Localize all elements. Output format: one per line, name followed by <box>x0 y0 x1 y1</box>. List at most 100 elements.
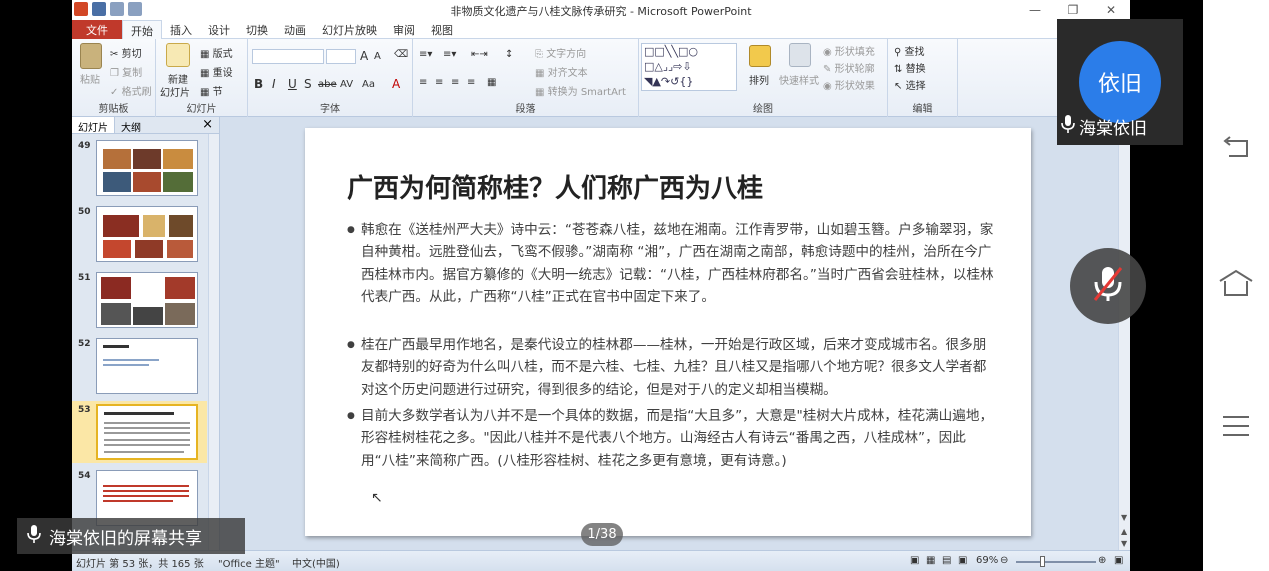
font-size-dropdown[interactable] <box>326 49 356 64</box>
align-left-icon[interactable]: ≡ <box>419 77 427 88</box>
cut-button[interactable]: ✂ 剪切 <box>110 45 142 60</box>
zoom-out-icon[interactable]: ⊖ <box>1000 555 1008 566</box>
zoom-level[interactable]: 69% <box>976 555 998 566</box>
screen-share-label: 海棠依旧的屏幕共享 <box>17 518 245 554</box>
reading-view-icon[interactable]: ▤ <box>942 555 951 566</box>
back-button[interactable] <box>1217 131 1255 169</box>
shapes-gallery[interactable]: □□╲╲□○ □△⌟⌟⇨⇩ ◥▲↷↺{} <box>641 43 737 91</box>
minimize-icon[interactable]: — <box>1016 0 1054 20</box>
text-direction-button[interactable]: ⎘ 文字方向 <box>535 45 586 60</box>
tab-slides[interactable]: 幻灯片 <box>72 117 115 134</box>
font-color-button[interactable]: A <box>392 77 400 91</box>
strikethrough-button[interactable]: abe <box>318 79 337 90</box>
slide-thumbnail-53[interactable]: 53 <box>72 401 207 463</box>
grow-font-button[interactable]: A <box>360 49 368 63</box>
bold-button[interactable]: B <box>254 77 263 91</box>
section-button[interactable]: ▦ 节 <box>200 83 223 98</box>
home-button[interactable] <box>1217 266 1255 304</box>
reset-icon: ▦ <box>200 68 210 79</box>
bullets-icon[interactable]: ≡▾ <box>419 49 432 60</box>
thumbnail-preview <box>96 206 198 262</box>
indent-icon[interactable]: ⇤⇥ <box>471 49 488 60</box>
tab-outline[interactable]: 大纲 <box>115 117 147 134</box>
tab-insert[interactable]: 插入 <box>162 20 200 39</box>
fit-window-icon[interactable]: ▣ <box>1114 555 1123 566</box>
thumbnail-photo <box>143 215 165 237</box>
scroll-down-icon[interactable]: ▼ <box>1121 513 1127 522</box>
shrink-font-button[interactable]: A <box>374 51 381 62</box>
italic-button[interactable]: I <box>272 77 276 91</box>
slide-title[interactable]: 广西为何简称桂？人们称广西为八桂 <box>347 168 763 205</box>
tab-review[interactable]: 审阅 <box>385 20 423 39</box>
slide-bullet-3[interactable]: 目前大多数学者认为八并不是一个具体的数据，而是指“大且多”，大意是"桂树大片成林… <box>347 405 997 472</box>
change-case-button[interactable]: Aa <box>362 79 375 90</box>
copy-button[interactable]: ❐ 复制 <box>110 64 142 79</box>
new-slide-icon[interactable] <box>166 43 190 67</box>
find-icon: ⚲ <box>894 47 902 58</box>
tab-slideshow[interactable]: 幻灯片放映 <box>314 20 385 39</box>
slide-thumbnail-49[interactable]: 49 <box>72 137 207 199</box>
numbering-icon[interactable]: ≡▾ <box>443 49 456 60</box>
character-spacing-button[interactable]: AV <box>340 79 353 90</box>
menu-button[interactable] <box>1217 409 1255 447</box>
thumbnails-scrollbar[interactable] <box>208 134 219 550</box>
justify-icon[interactable]: ≡ <box>467 77 475 88</box>
mute-microphone-button[interactable] <box>1070 248 1146 324</box>
slides-group-label: 幻灯片 <box>186 104 217 115</box>
quick-styles-button[interactable]: 快速样式 <box>779 72 819 87</box>
thumbnail-photo <box>163 172 193 192</box>
slideshow-view-icon[interactable]: ▣ <box>958 555 967 566</box>
normal-view-icon[interactable]: ▣ <box>910 555 919 566</box>
quick-styles-icon[interactable] <box>789 43 811 67</box>
tab-transitions[interactable]: 切换 <box>238 20 276 39</box>
arrange-button[interactable]: 排列 <box>749 72 769 87</box>
close-pane-icon[interactable]: × <box>202 117 213 132</box>
restore-icon[interactable]: ❐ <box>1054 0 1092 20</box>
language-status[interactable]: 中文(中国) <box>292 555 340 570</box>
slide-scrollbar[interactable]: ▼ ▲ ▼ <box>1118 117 1130 550</box>
arrange-icon[interactable] <box>749 45 771 67</box>
smartart-button[interactable]: ▦ 转换为 SmartArt <box>535 83 626 98</box>
close-icon[interactable]: ✕ <box>1092 0 1130 20</box>
shape-effects-button[interactable]: ◉ 形状效果 <box>823 77 875 92</box>
select-button[interactable]: ↖ 选择 <box>894 77 926 92</box>
shape-outline-button[interactable]: ✎ 形状轮廓 <box>823 60 875 75</box>
find-button[interactable]: ⚲ 查找 <box>894 43 925 58</box>
new-slide-label-2[interactable]: 幻灯片 <box>160 84 190 99</box>
underline-button[interactable]: U <box>288 77 297 91</box>
next-slide-icon[interactable]: ▼ <box>1121 539 1127 548</box>
clear-format-icon[interactable]: ⌫ <box>394 49 408 60</box>
paste-icon[interactable] <box>80 43 102 69</box>
tab-view[interactable]: 视图 <box>423 20 461 39</box>
tab-home[interactable]: 开始 <box>122 20 162 39</box>
align-right-icon[interactable]: ≡ <box>451 77 459 88</box>
slide-thumbnail-50[interactable]: 50 <box>72 203 207 265</box>
slide-number: 49 <box>78 141 91 151</box>
slide-bullet-1[interactable]: 韩愈在《送桂州严大夫》诗中云：“苍苍森八桂，兹地在湘南。江作青罗带，山如碧玉簪。… <box>347 219 997 309</box>
shadow-button[interactable]: S <box>304 77 312 91</box>
tab-file[interactable]: 文件 <box>72 20 122 39</box>
sorter-view-icon[interactable]: ▦ <box>926 555 935 566</box>
font-name-dropdown[interactable] <box>252 49 324 64</box>
shape-fill-button[interactable]: ◉ 形状填充 <box>823 43 875 58</box>
reset-button[interactable]: ▦ 重设 <box>200 64 233 79</box>
previous-slide-icon[interactable]: ▲ <box>1121 527 1127 536</box>
current-slide[interactable]: 广西为何简称桂？人们称广西为八桂 韩愈在《送桂州严大夫》诗中云：“苍苍森八桂，兹… <box>305 128 1031 536</box>
slide-thumbnail-51[interactable]: 51 <box>72 269 207 331</box>
tab-animations[interactable]: 动画 <box>276 20 314 39</box>
zoom-slider-thumb[interactable] <box>1040 556 1045 567</box>
tab-design[interactable]: 设计 <box>200 20 238 39</box>
slide-thumbnail-52[interactable]: 52 <box>72 335 207 397</box>
participant-video-tile[interactable]: 依旧 海棠依旧 <box>1057 19 1183 145</box>
layout-button[interactable]: ▦ 版式 <box>200 45 233 60</box>
align-text-button[interactable]: ▦ 对齐文本 <box>535 64 588 79</box>
align-center-icon[interactable]: ≡ <box>435 77 443 88</box>
replace-button[interactable]: ⇅ 替换 <box>894 60 926 75</box>
line-spacing-icon[interactable]: ↕ <box>505 49 513 60</box>
slide-bullet-2[interactable]: 桂在广西最早用作地名，是秦代设立的桂林郡——桂林，一开始是行政区域，后来才变成城… <box>347 334 997 401</box>
zoom-slider[interactable] <box>1016 556 1096 567</box>
zoom-in-icon[interactable]: ⊕ <box>1098 555 1106 566</box>
columns-icon[interactable]: ▦ <box>487 77 496 88</box>
paste-button[interactable]: 粘贴 <box>80 71 100 86</box>
format-painter-button[interactable]: ✓ 格式刷 <box>110 83 152 98</box>
